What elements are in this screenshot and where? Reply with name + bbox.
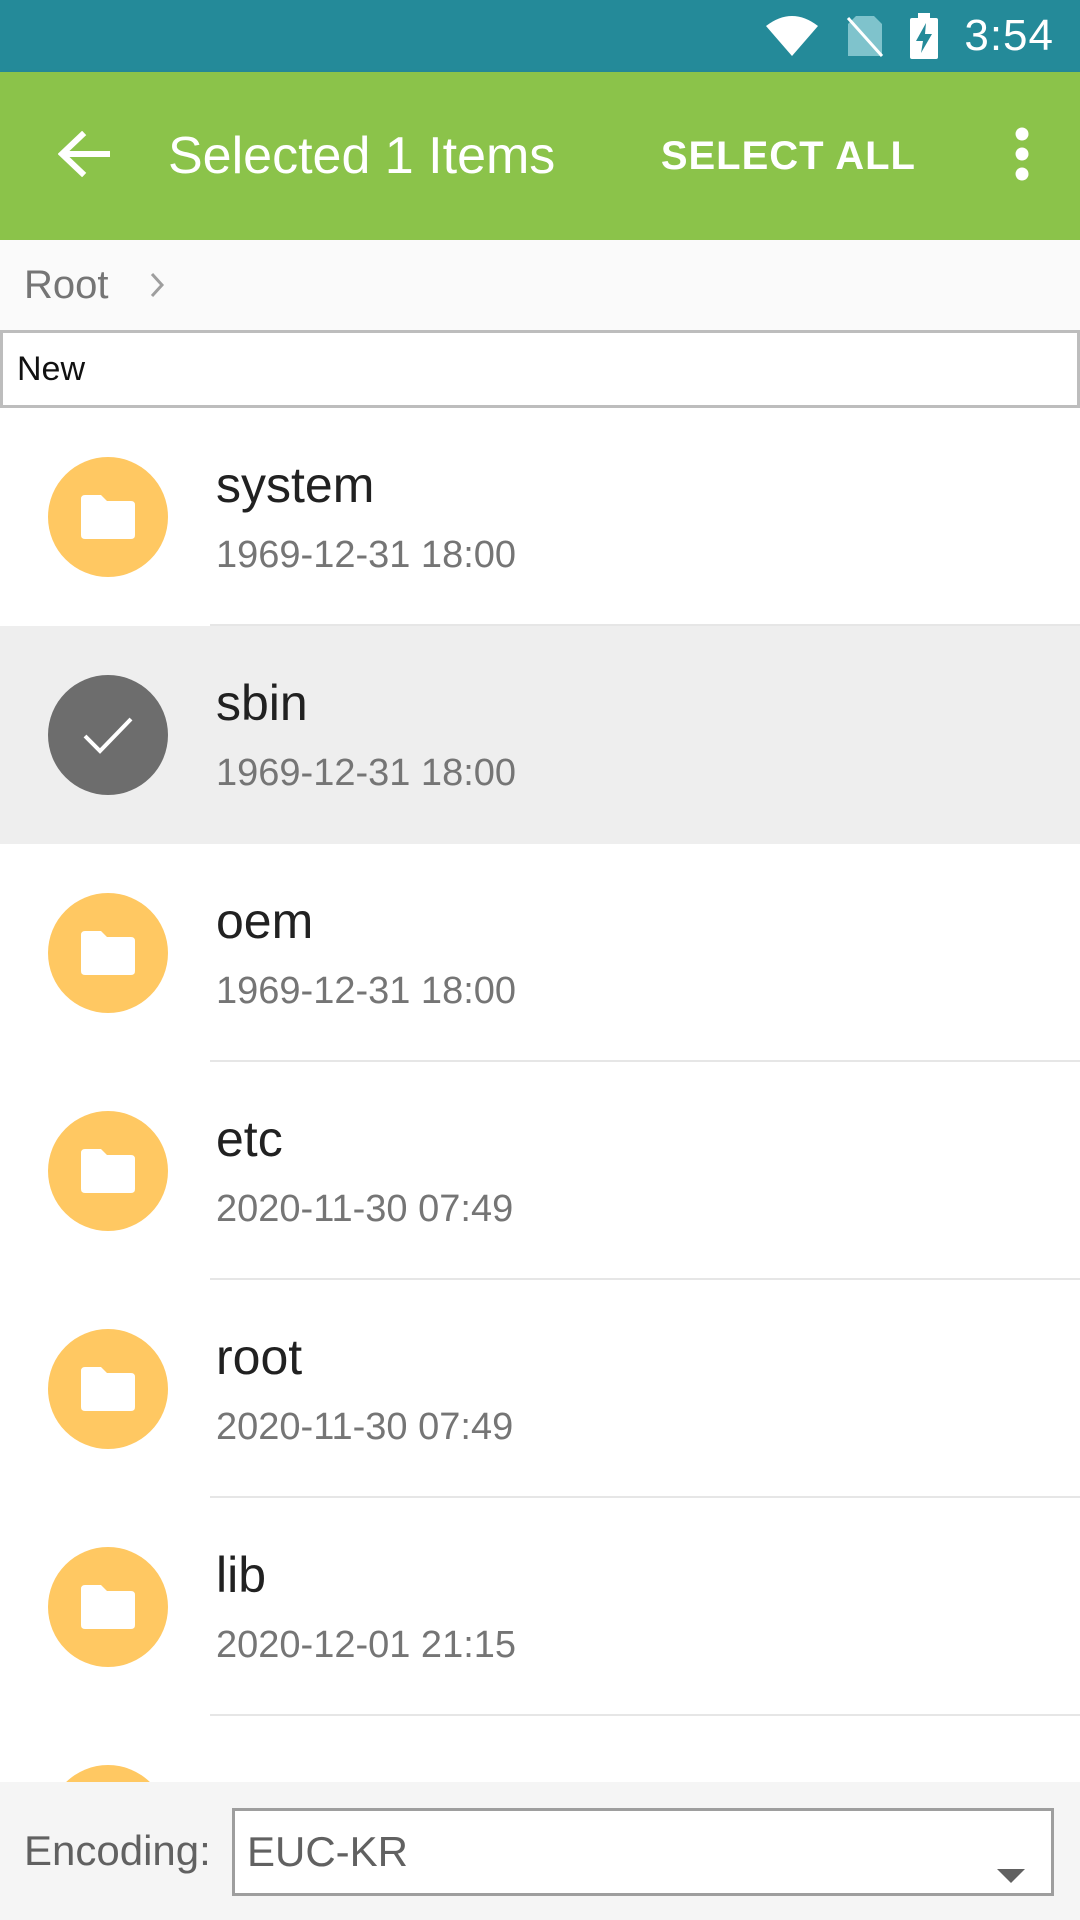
dropdown-arrow-icon [997,1845,1025,1893]
status-time: 3:54 [964,11,1054,60]
more-vert-icon [1014,127,1030,186]
file-date: 2020-11-30 07:49 [216,1188,514,1230]
wifi-icon [764,14,820,58]
folder-icon [48,893,168,1013]
file-name: oem [216,893,314,949]
file-name: etc [216,1111,283,1167]
breadcrumb-root[interactable]: Root [24,263,109,308]
check-icon[interactable] [48,675,168,795]
list-item-partial[interactable] [0,1716,1080,1782]
overflow-menu-button[interactable] [974,72,1070,240]
file-date: 1969-12-31 18:00 [216,970,517,1012]
file-date: 2020-11-30 07:49 [216,1406,514,1448]
list-item[interactable]: root 2020-11-30 07:49 [0,1280,1080,1498]
folder-icon [48,1547,168,1667]
folder-icon [48,1111,168,1231]
file-date: 1969-12-31 18:00 [216,534,517,576]
file-name: root [216,1329,303,1385]
list-item[interactable]: oem 1969-12-31 18:00 [0,844,1080,1062]
no-sim-icon [846,14,884,58]
encoding-select[interactable]: EUC-KR [232,1808,1054,1896]
status-bar: 3:54 [0,0,1080,72]
select-all-button[interactable]: SELECT ALL [661,134,916,179]
folder-icon [48,1329,168,1449]
action-bar: Selected 1 Items SELECT ALL [0,72,1080,240]
file-name: system [216,457,375,513]
new-item-field[interactable]: New [0,330,1080,408]
list-item[interactable]: etc 2020-11-30 07:49 [0,1062,1080,1280]
back-button[interactable] [0,72,168,240]
file-list: system 1969-12-31 18:00 sbin 1969-12-31 … [0,408,1080,1782]
list-item[interactable]: lib 2020-12-01 21:15 [0,1498,1080,1716]
list-item[interactable]: sbin 1969-12-31 18:00 [0,626,1080,844]
encoding-bar: Encoding: EUC-KR [0,1782,1080,1920]
list-item[interactable]: system 1969-12-31 18:00 [0,408,1080,626]
encoding-label: Encoding: [24,1827,211,1874]
breadcrumb: Root [0,240,1080,330]
chevron-right-icon [149,271,165,299]
encoding-value: EUC-KR [247,1828,409,1875]
folder-icon [48,457,168,577]
file-name: sbin [216,675,308,731]
folder-icon [48,1765,168,1782]
file-date: 2020-12-01 21:15 [216,1624,517,1666]
arrow-back-icon [57,130,111,182]
battery-charging-icon [910,13,939,59]
file-name: lib [216,1547,267,1603]
file-date: 1969-12-31 18:00 [216,752,517,794]
selection-title: Selected 1 Items [168,127,556,185]
